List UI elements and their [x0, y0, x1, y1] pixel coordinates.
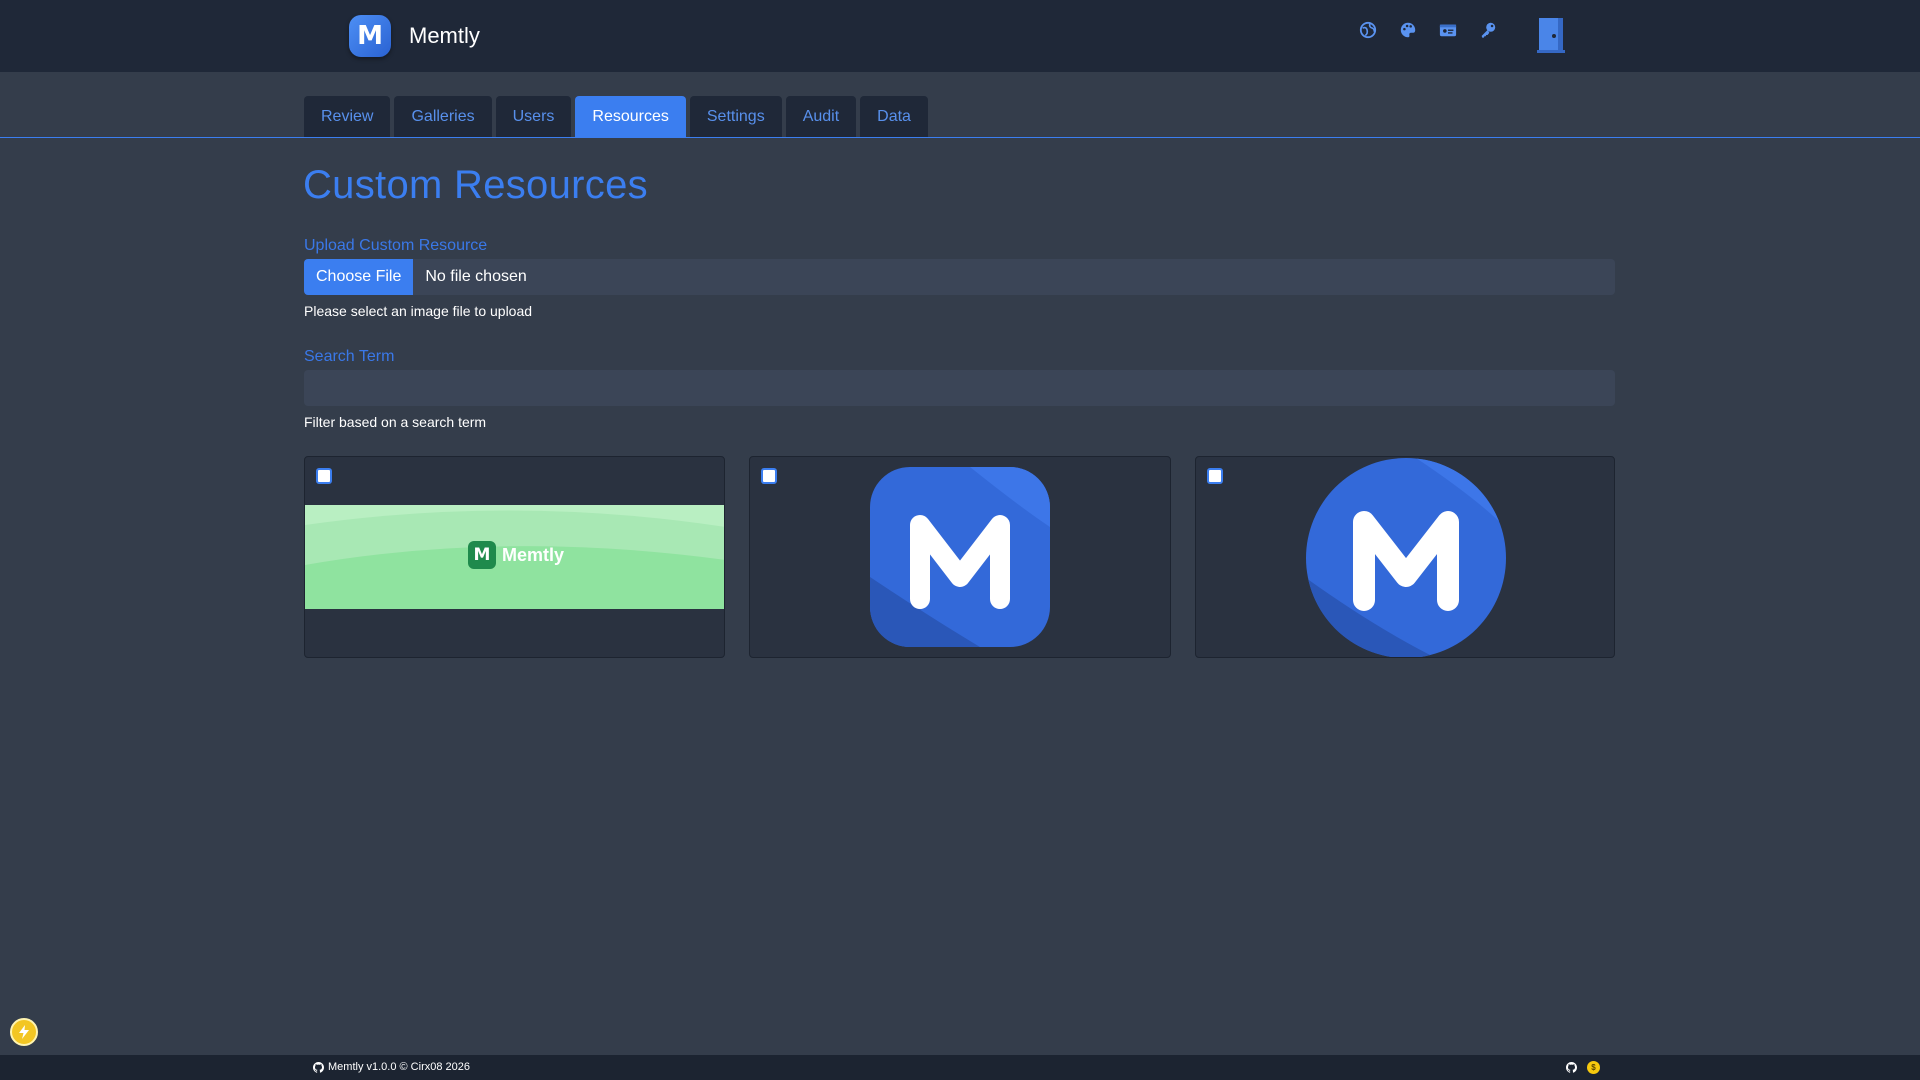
resource-select-checkbox[interactable]	[761, 468, 777, 484]
palette-icon[interactable]	[1396, 18, 1420, 42]
coin-icon[interactable]: $	[1587, 1061, 1600, 1074]
footer: Memtly v1.0.0 © Cirx08 2026 $	[0, 1055, 1920, 1080]
tab-divider	[0, 137, 1920, 138]
banner-logo-text: Memtly	[502, 544, 565, 565]
brand[interactable]: M Memtly	[349, 14, 480, 58]
admin-tabs: Review Galleries Users Resources Setting…	[304, 96, 932, 137]
tab-resources[interactable]: Resources	[575, 96, 686, 137]
tab-review[interactable]: Review	[304, 96, 391, 137]
top-navbar: M Memtly	[0, 0, 1920, 72]
lightning-bolt-icon[interactable]	[10, 1018, 38, 1046]
tab-settings[interactable]: Settings	[689, 96, 782, 137]
resource-select-checkbox[interactable]	[316, 468, 332, 484]
tab-data[interactable]: Data	[860, 96, 928, 137]
id-card-icon[interactable]	[1436, 18, 1460, 42]
page-title: Custom Resources	[303, 163, 648, 207]
resource-card[interactable]	[1195, 456, 1615, 658]
navbar-icons	[1356, 18, 1516, 42]
github-icon[interactable]	[1566, 1062, 1577, 1073]
file-status: No file chosen	[425, 268, 527, 285]
footer-credit[interactable]: Memtly v1.0.0 © Cirx08 2026	[313, 1061, 470, 1073]
upload-help-text: Please select an image file to upload	[304, 303, 533, 319]
logout-door-icon[interactable]	[1537, 17, 1565, 53]
globe-icon[interactable]	[1356, 18, 1380, 42]
rounded-square-logo-image	[870, 467, 1050, 647]
banner-logo-mark: M	[468, 541, 496, 569]
resource-card[interactable]	[749, 456, 1171, 658]
footer-text: Memtly v1.0.0 © Cirx08 2026	[328, 1061, 470, 1073]
file-upload-field[interactable]: Choose File No file chosen	[304, 259, 1615, 295]
resource-select-checkbox[interactable]	[1207, 468, 1223, 484]
app-logo-letter: M	[357, 21, 383, 51]
tab-audit[interactable]: Audit	[785, 96, 857, 137]
banner-logo: M Memtly	[468, 541, 564, 569]
circle-logo-image	[1306, 458, 1506, 657]
tab-galleries[interactable]: Galleries	[394, 96, 492, 137]
tab-users[interactable]: Users	[495, 96, 572, 137]
key-icon[interactable]	[1476, 18, 1500, 42]
choose-file-button[interactable]: Choose File	[304, 259, 414, 295]
github-icon	[313, 1061, 324, 1073]
upload-label: Upload Custom Resource	[304, 237, 488, 254]
search-help-text: Filter based on a search term	[304, 414, 487, 430]
search-label: Search Term	[304, 348, 395, 365]
search-input[interactable]	[304, 370, 1615, 406]
resource-card[interactable]: M Memtly	[304, 456, 725, 658]
app-logo: M	[349, 15, 391, 57]
resource-banner-image: M Memtly	[305, 505, 724, 609]
footer-icons: $	[1566, 1061, 1600, 1074]
app-name: Memtly	[409, 23, 480, 48]
